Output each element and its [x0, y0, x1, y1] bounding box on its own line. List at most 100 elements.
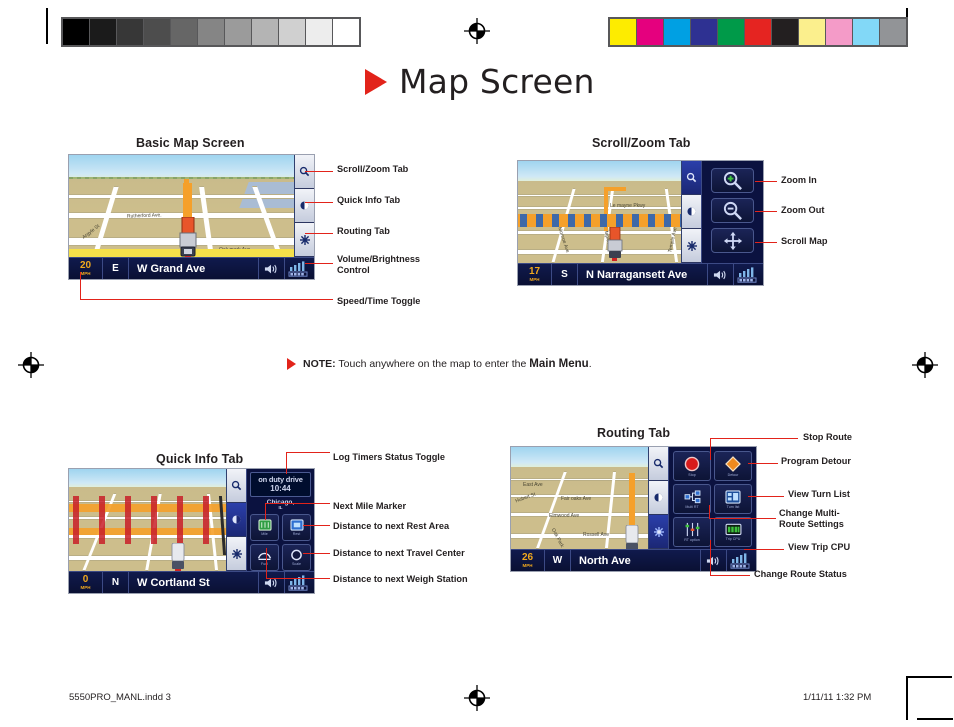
signal-bars-icon-quickinfo [284, 572, 314, 593]
button-caption: Multi RT [685, 504, 699, 509]
sidebar-item-routing-tab[interactable] [227, 537, 246, 571]
sidebar-item-quick-info-tab[interactable] [295, 189, 314, 223]
zoom-in-button[interactable] [711, 168, 754, 193]
sidebar-item-scroll-zoom-tab[interactable] [227, 469, 246, 503]
map-canvas-basic[interactable]: Rutherford Ave. Argyle St Oak mark Ave [69, 155, 314, 257]
callout-log-timers-status-toggle: Log Timers Status Toggle [333, 452, 445, 462]
quick-info-button-grid[interactable]: Mile Rest Fuel Scale [247, 511, 314, 574]
callout-distance-travel-center: Distance to next Travel Center [333, 548, 465, 558]
route-options-button[interactable]: RT option [673, 517, 711, 547]
turn-list-button[interactable]: Turn list [714, 484, 752, 514]
road-label-rutherford: Rutherford Ave. [126, 212, 162, 220]
active-route-line-far [184, 179, 189, 187]
speaker-icon-routing[interactable] [700, 550, 726, 571]
speed-time-readout-quickinfo[interactable]: 0 MPH [69, 572, 103, 593]
footer-timestamp: 1/11/11 1:32 PM [803, 692, 872, 703]
section-heading-basic: Basic Map Screen [136, 136, 245, 150]
quick-info-panel[interactable]: on duty drive 10:44 Chicago, IL Mile Res… [246, 469, 314, 574]
note-label: NOTE: [303, 358, 336, 370]
leader-rest-area [303, 525, 330, 527]
current-city-label: Chicago, IL [247, 499, 314, 511]
speaker-icon-scrollzoom[interactable] [707, 264, 733, 285]
quick-info-screen-device[interactable]: on duty drive 10:44 Chicago, IL Mile Res… [68, 468, 315, 594]
sidebar-item-routing-tab[interactable] [682, 229, 701, 263]
rest-area-button[interactable]: Rest [282, 514, 311, 542]
gray-swatch-7 [252, 19, 278, 45]
road-label-east-ave: East Ave [523, 482, 543, 488]
button-caption: Stop [688, 472, 696, 477]
leader-weigh-station-v [266, 548, 268, 578]
current-street-basic: W Grand Ave [137, 262, 206, 275]
log-timers-readout[interactable]: on duty drive 10:44 [250, 472, 311, 497]
leader-line-quick-info [305, 202, 333, 204]
red-triangle-bullet-icon [365, 68, 387, 95]
basic-map-screen-device[interactable]: Rutherford Ave. Argyle St Oak mark Ave [68, 154, 315, 280]
gray-swatch-8 [279, 19, 305, 45]
callout-scroll-map: Scroll Map [781, 236, 828, 246]
color-swatch-10 [880, 19, 906, 45]
zoom-controls-panel[interactable] [701, 161, 763, 263]
heading-direction-basic: E [103, 258, 129, 279]
sidebar-item-quick-info-tab[interactable] [682, 195, 701, 229]
sidebar-item-routing-tab[interactable] [649, 515, 668, 549]
leader-stop-route-v [710, 438, 712, 460]
leader-log-timers-h [286, 452, 330, 454]
grayscale-calibration-strip [61, 17, 361, 47]
routing-panel[interactable]: Stop Detour Multi RT Turn list RT option [668, 447, 756, 549]
gray-swatch-3 [144, 19, 170, 45]
road-label-rossell: Rossell Ave [583, 532, 610, 538]
signal-bars-icon-basic [284, 258, 314, 279]
speed-time-readout-scrollzoom[interactable]: 17 MPH [518, 264, 552, 285]
scroll-map-button[interactable] [711, 228, 754, 253]
button-caption: RT option [684, 538, 700, 542]
heading-direction-routing: W [545, 550, 571, 571]
color-swatch-1 [637, 19, 663, 45]
leader-view-turn-list [748, 496, 784, 498]
callout-quick-info-tab: Quick Info Tab [337, 195, 401, 205]
stop-route-button[interactable]: Stop [673, 451, 711, 481]
vehicle-truck-icon [179, 217, 197, 257]
callout-speed-time-toggle: Speed/Time Toggle [337, 296, 421, 306]
sidebar-item-scroll-zoom-tab[interactable] [682, 161, 701, 195]
color-swatch-5 [745, 19, 771, 45]
leader-multi-route-v [709, 505, 711, 519]
speed-value: 0 [82, 573, 89, 585]
side-tab-column-scrollzoom[interactable] [681, 161, 701, 263]
gray-swatch-5 [198, 19, 224, 45]
speed-value: 20 [79, 259, 92, 271]
button-caption: Scale [292, 562, 301, 567]
color-swatch-0 [610, 19, 636, 45]
speaker-icon-quickinfo[interactable] [258, 572, 284, 593]
zoom-out-button[interactable] [711, 198, 754, 223]
travel-center-button[interactable]: Fuel [250, 544, 279, 572]
leader-log-timers-v [286, 452, 288, 474]
gray-swatch-1 [90, 19, 116, 45]
active-route-elbow [604, 187, 626, 191]
gray-swatch-2 [117, 19, 143, 45]
registration-target-icon-left [18, 352, 44, 378]
speed-time-readout-routing[interactable]: 26 MPH [511, 550, 545, 571]
sidebar-item-routing-tab[interactable] [295, 223, 314, 257]
speed-time-readout-basic[interactable]: 20 MPH [69, 258, 103, 279]
callout-program-detour: Program Detour [781, 456, 851, 466]
scroll-zoom-screen-device[interactable]: Le mayne Pkwy Monroe Ave Maple Ave Templ… [517, 160, 764, 286]
multi-route-button[interactable]: Multi RT [673, 484, 711, 514]
side-tab-column-quickinfo[interactable] [226, 469, 246, 571]
detour-button[interactable]: Detour [714, 451, 752, 481]
routing-screen-device[interactable]: East Ave Fair oaks Ave Elmwood Ave Rosse… [510, 446, 757, 572]
crop-line-footer-right [906, 676, 908, 720]
callout-view-turn-list: View Turn List [788, 489, 850, 499]
sidebar-item-quick-info-tab[interactable] [227, 503, 246, 537]
routing-button-grid[interactable]: Stop Detour Multi RT Turn list RT option [669, 447, 756, 551]
sidebar-item-quick-info-tab[interactable] [649, 481, 668, 515]
gray-swatch-10 [333, 19, 359, 45]
speaker-icon-basic[interactable] [258, 258, 284, 279]
trip-cpu-button[interactable]: Trip CPU [714, 517, 752, 547]
weigh-station-button[interactable]: Scale [282, 544, 311, 572]
sidebar-item-scroll-zoom-tab[interactable] [649, 447, 668, 481]
note-text: NOTE: Touch anywhere on the map to enter… [303, 358, 592, 370]
note-body: Touch anywhere on the map to enter the [335, 358, 530, 370]
side-tab-column-routing[interactable] [648, 447, 668, 549]
leader-line-routing [305, 233, 333, 235]
leader-line-volume [305, 263, 333, 265]
